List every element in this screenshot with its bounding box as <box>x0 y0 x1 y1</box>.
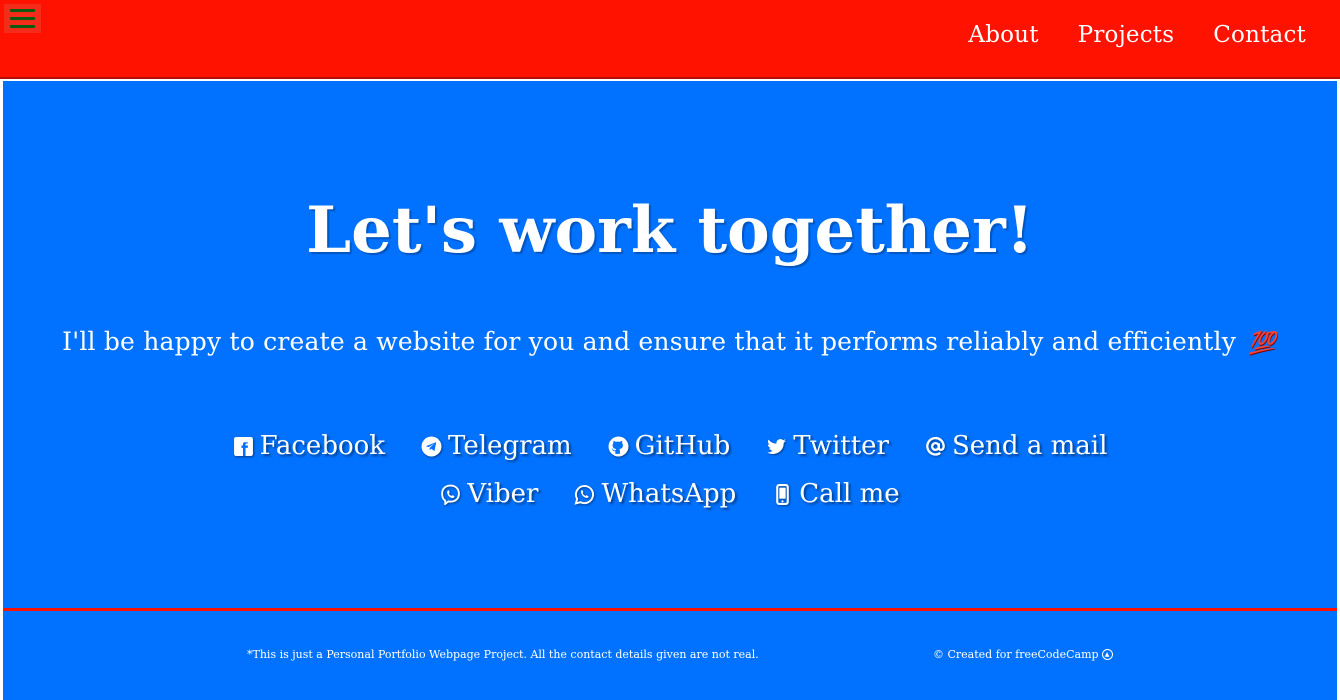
facebook-label: Facebook <box>259 431 386 461</box>
whatsapp-icon <box>574 484 595 505</box>
contact-section: Let's work together! I'll be happy to cr… <box>3 81 1337 608</box>
nav-link-contact[interactable]: Contact <box>1213 22 1306 48</box>
nav-link-about[interactable]: About <box>968 22 1038 48</box>
whatsapp-link[interactable]: WhatsApp <box>574 479 736 509</box>
twitter-link[interactable]: Twitter <box>766 431 889 461</box>
at-sign-icon <box>926 436 945 456</box>
call-link[interactable]: Call me <box>772 479 900 509</box>
github-icon <box>608 436 629 456</box>
email-label: Send a mail <box>951 431 1108 461</box>
mobile-phone-icon <box>776 483 790 505</box>
contact-links-row-2: Viber WhatsApp Call me <box>3 479 1337 509</box>
telegram-label: Telegram <box>448 431 572 461</box>
facebook-icon <box>233 436 253 456</box>
email-link[interactable]: Send a mail <box>925 431 1107 461</box>
up-arrow-circle-icon[interactable]: ▲ <box>1101 649 1113 660</box>
viber-icon <box>441 484 461 505</box>
whatsapp-label: WhatsApp <box>601 479 737 509</box>
viber-label: Viber <box>467 479 539 509</box>
section-subtitle: I'll be happy to create a website for yo… <box>3 327 1337 356</box>
page-footer: *This is just a Personal Portfolio Webpa… <box>3 611 1337 700</box>
footer-disclaimer: *This is just a Personal Portfolio Webpa… <box>247 648 759 661</box>
facebook-link[interactable]: Facebook <box>233 431 385 461</box>
github-link[interactable]: GitHub <box>608 431 731 461</box>
footer-credit: © Created for freeCodeCamp ▲ <box>933 648 1113 661</box>
twitter-label: Twitter <box>793 431 889 461</box>
hamburger-menu-icon[interactable] <box>4 4 41 33</box>
telegram-link[interactable]: Telegram <box>421 431 572 461</box>
twitter-icon <box>767 438 787 454</box>
subtitle-text: I'll be happy to create a website for yo… <box>62 327 1237 356</box>
github-label: GitHub <box>634 431 731 461</box>
nav-link-projects[interactable]: Projects <box>1078 22 1175 48</box>
section-title: Let's work together! <box>306 193 1034 268</box>
viber-link[interactable]: Viber <box>440 479 538 509</box>
call-label: Call me <box>799 479 900 509</box>
telegram-icon <box>421 436 442 456</box>
hundred-points-emoji: 💯 <box>1247 330 1281 356</box>
nav-links: About Projects Contact <box>968 22 1306 48</box>
top-navbar: About Projects Contact <box>0 0 1340 79</box>
footer-credit-text[interactable]: © Created for freeCodeCamp <box>933 648 1099 661</box>
contact-links-row-1: Facebook Telegram GitHub Twitter Send a … <box>3 431 1337 461</box>
